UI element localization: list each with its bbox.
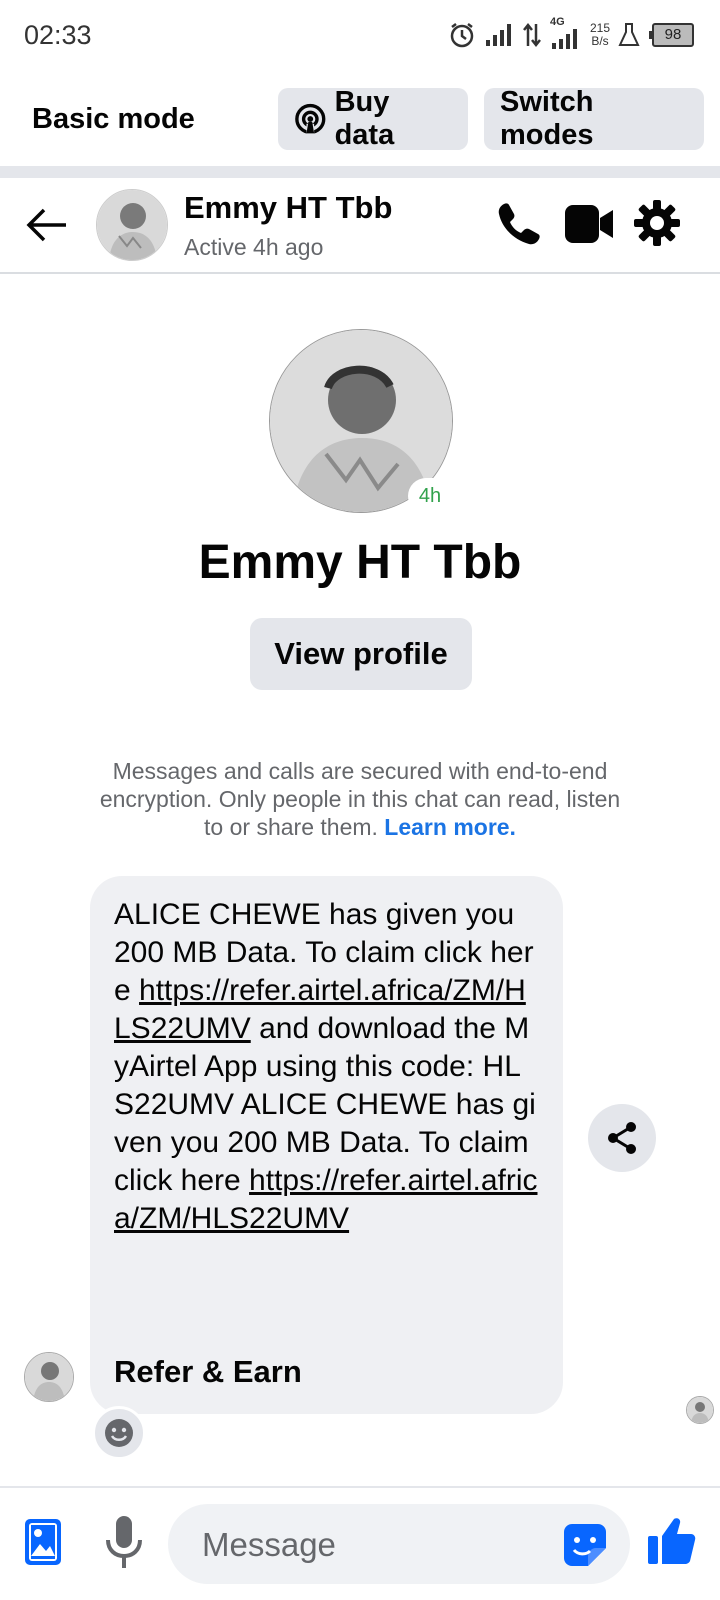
share-icon	[608, 1122, 636, 1154]
gear-icon[interactable]	[634, 200, 680, 246]
status-icons: 4G 215 B/s 98	[448, 16, 694, 50]
message-bubble[interactable]: ALICE CHEWE has given you 200 MB Data. T…	[90, 876, 563, 1414]
message-card-title: Refer & Earn	[114, 1354, 302, 1389]
divider	[0, 166, 720, 178]
phone-icon[interactable]	[494, 200, 542, 248]
mode-title: Basic mode	[32, 103, 195, 135]
buy-data-button[interactable]: Buy data	[278, 86, 468, 151]
network-speed: 215 B/s	[590, 22, 610, 48]
contact-name[interactable]: Emmy HT Tbb	[184, 190, 392, 226]
profile-photo	[25, 1353, 73, 1401]
battery-icon: 98	[648, 23, 694, 47]
contact-status: Active 4h ago	[184, 234, 324, 260]
flask-icon	[618, 23, 640, 46]
speed-unit: B/s	[591, 34, 609, 48]
message-input-container	[168, 1504, 630, 1586]
thumbs-up-icon[interactable]	[646, 1516, 696, 1566]
switch-modes-button[interactable]: Switch modes	[484, 86, 704, 151]
mode-bar: Basic mode Buy data Switch modes	[0, 86, 720, 152]
alarm-icon	[450, 23, 474, 48]
encryption-text: Messages and calls are secured with end-…	[99, 758, 621, 840]
sticker-icon[interactable]	[562, 1522, 608, 1568]
network-type: 4G	[549, 16, 565, 28]
video-camera-icon[interactable]	[564, 204, 614, 244]
composer	[0, 1488, 720, 1600]
status-time: 02:33	[24, 20, 92, 50]
signal-4g-icon: 4G	[550, 16, 582, 50]
switch-modes-label: Switch modes	[500, 86, 594, 151]
buy-data-label: Buy data	[334, 86, 395, 151]
learn-more-link[interactable]: Learn more.	[384, 814, 516, 840]
photo-gallery-icon[interactable]	[24, 1518, 62, 1566]
profile-name: Emmy HT Tbb	[198, 536, 522, 589]
chat-header: Emmy HT Tbb Active 4h ago	[0, 178, 720, 274]
message-text: ALICE CHEWE has given you 200 MB Data. T…	[114, 896, 539, 1238]
back-arrow-icon[interactable]	[24, 202, 70, 248]
data-transfer-icon	[522, 22, 541, 48]
smiley-icon	[105, 1419, 133, 1447]
reaction-button[interactable]	[92, 1406, 146, 1460]
message-input[interactable]	[200, 1504, 534, 1586]
view-profile-button[interactable]: View profile	[250, 618, 472, 690]
battery-level: 98	[652, 23, 694, 47]
profile-photo	[97, 190, 167, 260]
sender-avatar[interactable]	[24, 1352, 74, 1402]
microphone-icon[interactable]	[104, 1514, 144, 1570]
status-bar: 02:33 4G 215 B/s 98	[0, 0, 720, 72]
share-button[interactable]	[588, 1104, 656, 1172]
seen-indicator-avatar	[686, 1396, 714, 1424]
encryption-notice: Messages and calls are secured with end-…	[90, 757, 630, 841]
signal-icon	[485, 24, 511, 46]
active-badge: 4h	[408, 478, 452, 514]
profile-photo	[687, 1397, 713, 1423]
avatar[interactable]	[96, 189, 168, 261]
broadcast-icon	[295, 103, 326, 136]
